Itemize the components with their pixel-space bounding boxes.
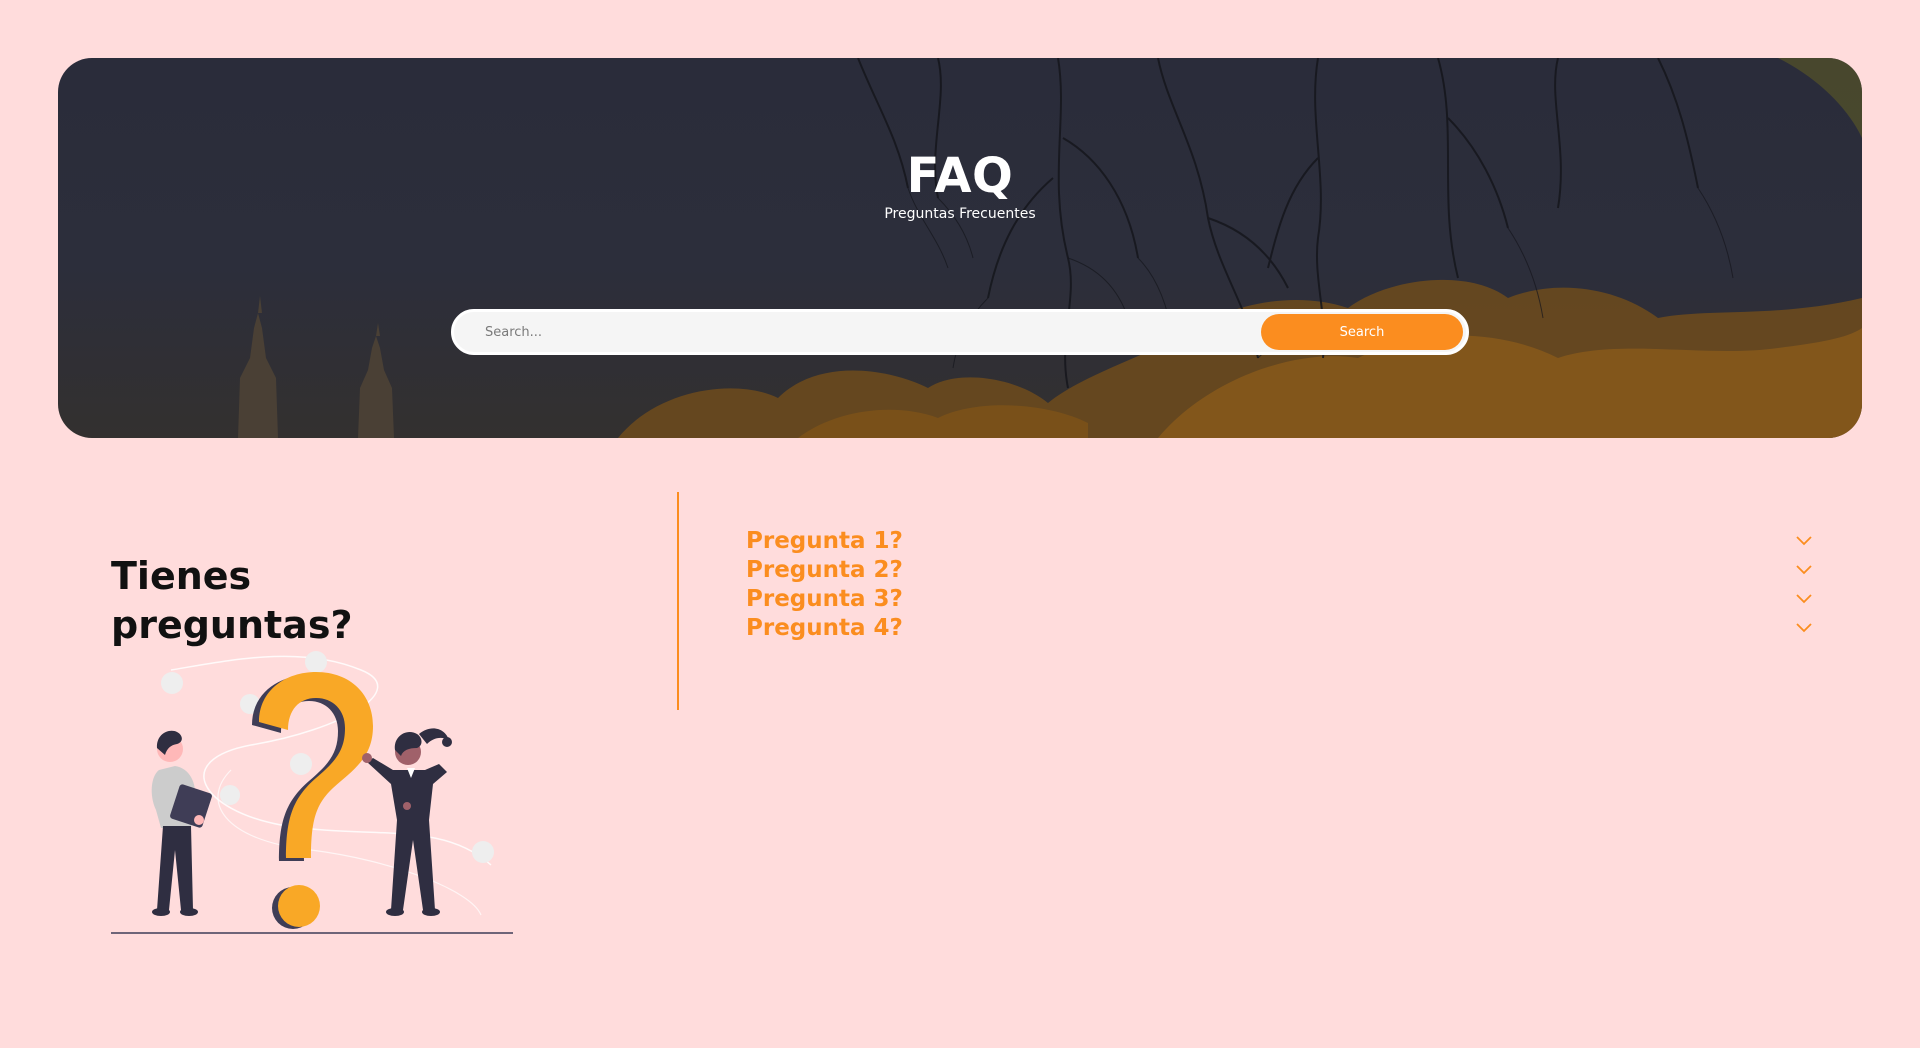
search-input[interactable] — [454, 312, 1261, 352]
questions-illustration — [111, 651, 513, 934]
chevron-down-icon[interactable] — [1796, 593, 1812, 604]
column-divider — [677, 492, 679, 710]
faq-item[interactable]: Pregunta 3? — [746, 584, 1814, 613]
faq-list: Pregunta 1? Pregunta 2? Pregunta 3? Preg… — [746, 526, 1814, 642]
faq-question: Pregunta 3? — [746, 585, 903, 612]
questions-heading: Tienes preguntas? — [111, 554, 353, 647]
faq-question: Pregunta 1? — [746, 527, 903, 554]
search-button[interactable]: Search — [1261, 314, 1463, 350]
chevron-down-icon[interactable] — [1796, 622, 1812, 633]
search-bar: Search — [451, 309, 1469, 355]
faq-item[interactable]: Pregunta 1? — [746, 526, 1814, 555]
faq-item[interactable]: Pregunta 4? — [746, 613, 1814, 642]
chevron-down-icon[interactable] — [1796, 564, 1812, 575]
hero-banner: FAQ Preguntas Frecuentes Search — [58, 58, 1862, 438]
faq-item[interactable]: Pregunta 2? — [746, 555, 1814, 584]
hero-background-image — [238, 58, 1862, 438]
faq-question: Pregunta 4? — [746, 614, 903, 641]
page-subtitle: Preguntas Frecuentes — [884, 206, 1036, 222]
page-title: FAQ — [906, 148, 1014, 204]
faq-question: Pregunta 2? — [746, 556, 903, 583]
chevron-down-icon[interactable] — [1796, 535, 1812, 546]
